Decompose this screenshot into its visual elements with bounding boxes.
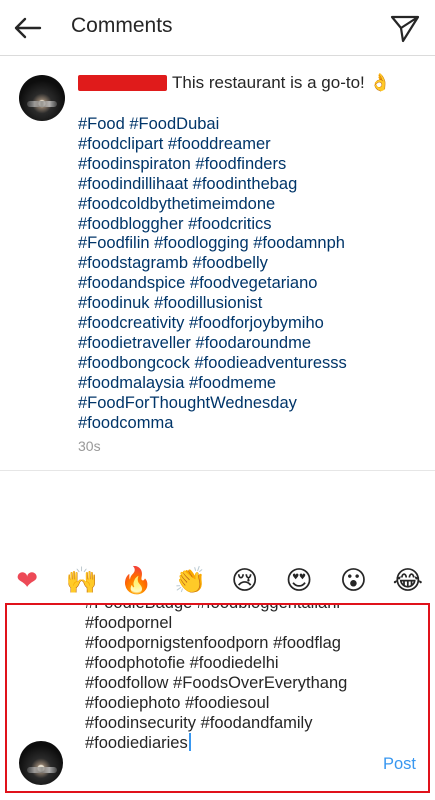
fire-emoji[interactable]: 🔥 <box>120 565 152 597</box>
heart-eyes-emoji[interactable]: 😍 <box>283 565 315 597</box>
comment-text-line: #FoodieBadge #foodbloggeritaliani <box>85 603 341 612</box>
hashtag-line[interactable]: #foodinspiraton #foodfinders <box>78 155 418 175</box>
avatar[interactable] <box>19 75 65 121</box>
hashtag-line[interactable]: #Food #FoodDubai <box>78 115 418 135</box>
hashtag-line[interactable]: #foodbloggher #foodcritics <box>78 215 418 235</box>
comment-last-text: #foodiediaries <box>85 734 188 752</box>
top-bar: Comments <box>0 0 435 56</box>
comment-composer: #FoodieBadge #foodbloggeritaliani #foodp… <box>5 603 430 793</box>
hashtag-line[interactable]: #Foodfilin #foodlogging #foodamnph <box>78 234 418 254</box>
timestamp: 30s <box>78 438 101 454</box>
clapping-hands-emoji[interactable]: 👏 <box>174 565 206 597</box>
raised-hands-emoji[interactable]: 🙌 <box>66 565 98 597</box>
comment-text-line: #foodfollow #FoodsOverEverythang <box>85 674 348 692</box>
comment-text-line: #foodiephoto #foodiesoul <box>85 694 270 712</box>
hashtag-line[interactable]: #foodcomma <box>78 414 418 434</box>
caption-hashtags: #Food #FoodDubai #foodclipart #fooddream… <box>78 115 418 434</box>
heart-emoji[interactable]: ❤ <box>11 565 43 597</box>
comment-text-line: #foodinsecurity #foodandfamily <box>85 714 313 732</box>
avatar <box>19 741 63 785</box>
caption-text: This restaurant is a go-to! 👌 <box>172 73 391 92</box>
hashtag-line[interactable]: #foodclipart #fooddreamer <box>78 135 418 155</box>
comment-text-line: #foodphotofie #foodiedelhi <box>85 654 279 672</box>
emoji-quick-bar: ❤ 🙌 🔥 👏 😢 😍 😮 😂 <box>0 560 435 602</box>
post-button[interactable]: Post <box>383 755 416 774</box>
hashtag-line[interactable]: #foodinuk #foodillusionist <box>78 294 418 314</box>
comment-text-line: #foodpornigstenfoodporn #foodflag <box>85 634 341 652</box>
post-caption: This restaurant is a go-to! 👌 #Food #Foo… <box>0 57 435 471</box>
laughing-face-emoji[interactable]: 😂 <box>392 565 424 597</box>
hashtag-line[interactable]: #FoodForThoughtWednesday <box>78 394 418 414</box>
surprised-face-emoji[interactable]: 😮 <box>337 565 369 597</box>
hashtag-line[interactable]: #foodstagramb #foodbelly <box>78 254 418 274</box>
hashtag-line[interactable]: #foodindillihaat #foodinthebag <box>78 175 418 195</box>
hashtag-line[interactable]: #foodcoldbythetimeimdone <box>78 195 418 215</box>
hashtag-line[interactable]: #foodietraveller #foodaroundme <box>78 334 418 354</box>
sad-face-emoji[interactable]: 😢 <box>229 565 261 597</box>
hashtag-line[interactable]: #foodcreativity #foodforjoybymiho <box>78 314 418 334</box>
comment-text-line: #foodpornel <box>85 614 173 632</box>
hashtag-line[interactable]: #foodandspice #foodvegetariano <box>78 274 418 294</box>
direct-message-button[interactable] <box>387 10 423 46</box>
back-button[interactable] <box>8 8 48 48</box>
hashtag-line[interactable]: #foodmalaysia #foodmeme <box>78 374 418 394</box>
redacted-username <box>78 75 167 91</box>
comment-text-line-last: #foodiediaries <box>85 733 375 753</box>
page-title: Comments <box>71 14 173 37</box>
comment-input[interactable]: #FoodieBadge #foodbloggeritaliani #foodp… <box>85 603 375 753</box>
hashtag-line[interactable]: #foodbongcock #foodieadventuresss <box>78 354 418 374</box>
paper-plane-icon <box>390 15 420 43</box>
arrow-left-icon <box>14 17 42 39</box>
text-cursor <box>188 733 191 751</box>
